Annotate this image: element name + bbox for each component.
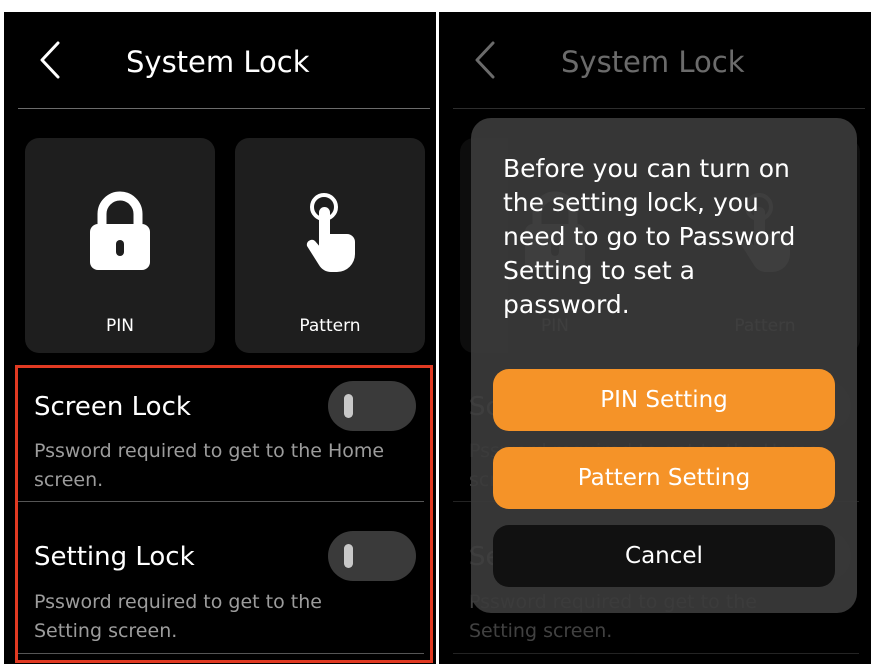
pin-card-label: PIN xyxy=(106,316,134,336)
pin-setting-button[interactable]: PIN Setting xyxy=(493,369,835,431)
chevron-left-icon xyxy=(40,41,60,79)
header-bar: System Lock xyxy=(4,12,436,109)
tap-gesture-icon xyxy=(306,193,355,272)
page-title: System Lock xyxy=(561,45,745,79)
pin-card[interactable]: PIN xyxy=(25,138,215,353)
system-lock-screen: System Lock PIN Pattern Screen Lock Pssw… xyxy=(4,12,436,664)
pattern-card[interactable]: Pattern xyxy=(235,138,425,353)
chevron-left-icon xyxy=(475,41,495,79)
padlock-icon xyxy=(90,191,150,270)
header-bar: System Lock xyxy=(439,12,871,109)
row-divider xyxy=(453,653,859,654)
back-button[interactable] xyxy=(36,40,64,80)
dialog-message: Before you can turn on the setting lock,… xyxy=(503,154,796,319)
pattern-setting-button[interactable]: Pattern Setting xyxy=(493,447,835,509)
pattern-card-label: Pattern xyxy=(299,316,361,336)
back-button xyxy=(471,40,499,80)
header-divider xyxy=(453,108,865,109)
cancel-button[interactable]: Cancel xyxy=(493,525,835,587)
page-title: System Lock xyxy=(126,45,310,79)
highlight-box xyxy=(15,365,433,663)
header-divider xyxy=(18,108,430,109)
